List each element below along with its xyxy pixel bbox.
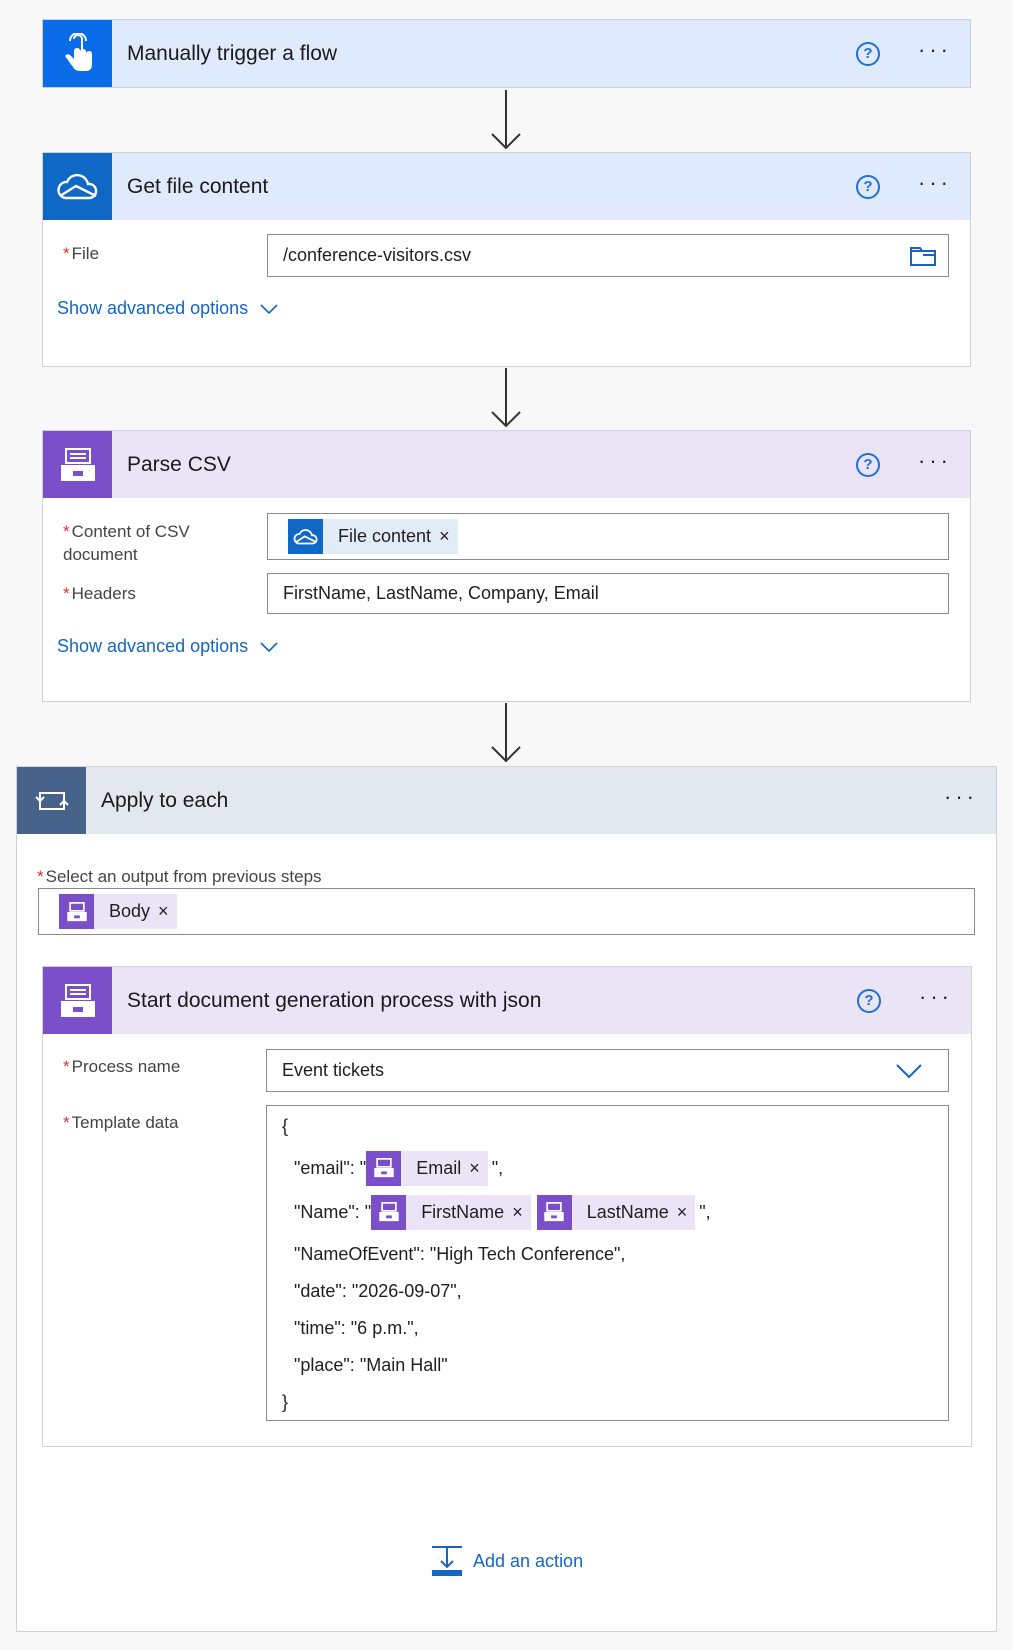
loop-icon — [17, 767, 86, 834]
file-content-token[interactable]: File content × — [288, 519, 458, 554]
more-options-icon[interactable]: ··· — [918, 171, 952, 202]
lastname-token[interactable]: LastName × — [536, 1194, 696, 1230]
flow-arrow — [491, 703, 521, 763]
apply-to-each-card[interactable]: Apply to each ··· * Select an output from… — [16, 766, 997, 1632]
encodian-icon — [43, 967, 112, 1034]
chevron-down-icon — [896, 1063, 922, 1078]
get-file-card[interactable]: Get file content ? ··· * File /conference… — [42, 152, 971, 367]
flow-arrow — [491, 368, 521, 428]
file-label: * File — [63, 244, 100, 263]
show-advanced-options[interactable]: Show advanced options — [57, 636, 278, 657]
docgen-header[interactable]: Start document generation process with j… — [43, 967, 971, 1034]
get-file-title: Get file content — [127, 174, 269, 198]
docgen-card[interactable]: Start document generation process with j… — [42, 966, 972, 1447]
apply-to-each-header[interactable]: Apply to each ··· — [17, 767, 996, 834]
trigger-card[interactable]: Manually trigger a flow ? ··· — [42, 19, 971, 88]
process-name-select[interactable]: Event tickets — [266, 1049, 949, 1092]
remove-token-icon[interactable]: × — [158, 901, 177, 922]
more-options-icon[interactable]: ··· — [919, 985, 953, 1016]
onedrive-icon — [288, 519, 323, 554]
help-icon[interactable]: ? — [856, 174, 881, 199]
more-options-icon[interactable]: ··· — [918, 449, 952, 480]
help-icon[interactable]: ? — [857, 988, 882, 1013]
json-line: "NameOfEvent": "High Tech Conference", — [294, 1244, 626, 1264]
body-token[interactable]: Body × — [59, 894, 177, 929]
help-icon[interactable]: ? — [856, 452, 881, 477]
json-line: "Name": " FirstName × LastName × ", — [294, 1190, 711, 1234]
file-input[interactable]: /conference-visitors.csv — [267, 234, 949, 277]
encodian-icon — [43, 431, 112, 498]
json-line: "time": "6 p.m.", — [294, 1318, 419, 1338]
json-line: "email": " Email × ", — [294, 1146, 503, 1190]
remove-token-icon[interactable]: × — [439, 526, 458, 547]
onedrive-icon — [43, 153, 112, 220]
json-line: "place": "Main Hall" — [294, 1355, 448, 1375]
headers-label: * Headers — [63, 584, 136, 603]
email-token[interactable]: Email × — [366, 1150, 488, 1186]
encodian-icon — [536, 1194, 572, 1230]
content-csv-input[interactable]: File content × — [267, 513, 949, 560]
touch-icon — [43, 20, 112, 87]
more-options-icon[interactable]: ··· — [918, 38, 952, 69]
remove-token-icon[interactable]: × — [469, 1158, 488, 1179]
more-options-icon[interactable]: ··· — [944, 785, 978, 816]
encodian-icon — [59, 894, 94, 929]
json-line: } — [282, 1392, 289, 1412]
json-line: { — [282, 1116, 289, 1136]
template-data-label: * Template data — [63, 1113, 179, 1132]
flow-arrow — [491, 90, 521, 150]
remove-token-icon[interactable]: × — [512, 1202, 531, 1223]
remove-token-icon[interactable]: × — [677, 1202, 696, 1223]
get-file-header[interactable]: Get file content ? ··· — [43, 153, 970, 220]
parse-csv-header[interactable]: Parse CSV ? ··· — [43, 431, 970, 498]
template-data-input[interactable]: { "email": " Email × ", "Name": " FirstN… — [266, 1105, 949, 1421]
trigger-title: Manually trigger a flow — [127, 41, 338, 65]
folder-picker-icon[interactable] — [910, 246, 936, 266]
content-csv-label: * Content of CSV document — [63, 522, 190, 564]
add-action-button[interactable]: Add an action — [430, 1545, 583, 1577]
trigger-header[interactable]: Manually trigger a flow ? ··· — [43, 20, 970, 87]
show-advanced-options[interactable]: Show advanced options — [57, 298, 278, 319]
help-icon[interactable]: ? — [856, 41, 881, 66]
encodian-icon — [371, 1194, 407, 1230]
docgen-title: Start document generation process with j… — [127, 988, 542, 1012]
apply-to-each-title: Apply to each — [101, 788, 229, 812]
parse-csv-card[interactable]: Parse CSV ? ··· * Content of CSV document… — [42, 430, 971, 702]
firstname-token[interactable]: FirstName × — [371, 1194, 531, 1230]
encodian-icon — [366, 1150, 402, 1186]
add-action-icon — [432, 1546, 462, 1576]
select-output-input[interactable]: Body × — [38, 888, 975, 935]
chevron-down-icon — [260, 641, 278, 652]
chevron-down-icon — [260, 303, 278, 314]
parse-csv-title: Parse CSV — [127, 452, 231, 476]
select-output-label: * Select an output from previous steps — [37, 867, 322, 886]
headers-input[interactable]: FirstName, LastName, Company, Email — [267, 573, 949, 614]
json-line: "date": "2026-09-07", — [294, 1281, 462, 1301]
process-name-label: * Process name — [63, 1057, 181, 1076]
